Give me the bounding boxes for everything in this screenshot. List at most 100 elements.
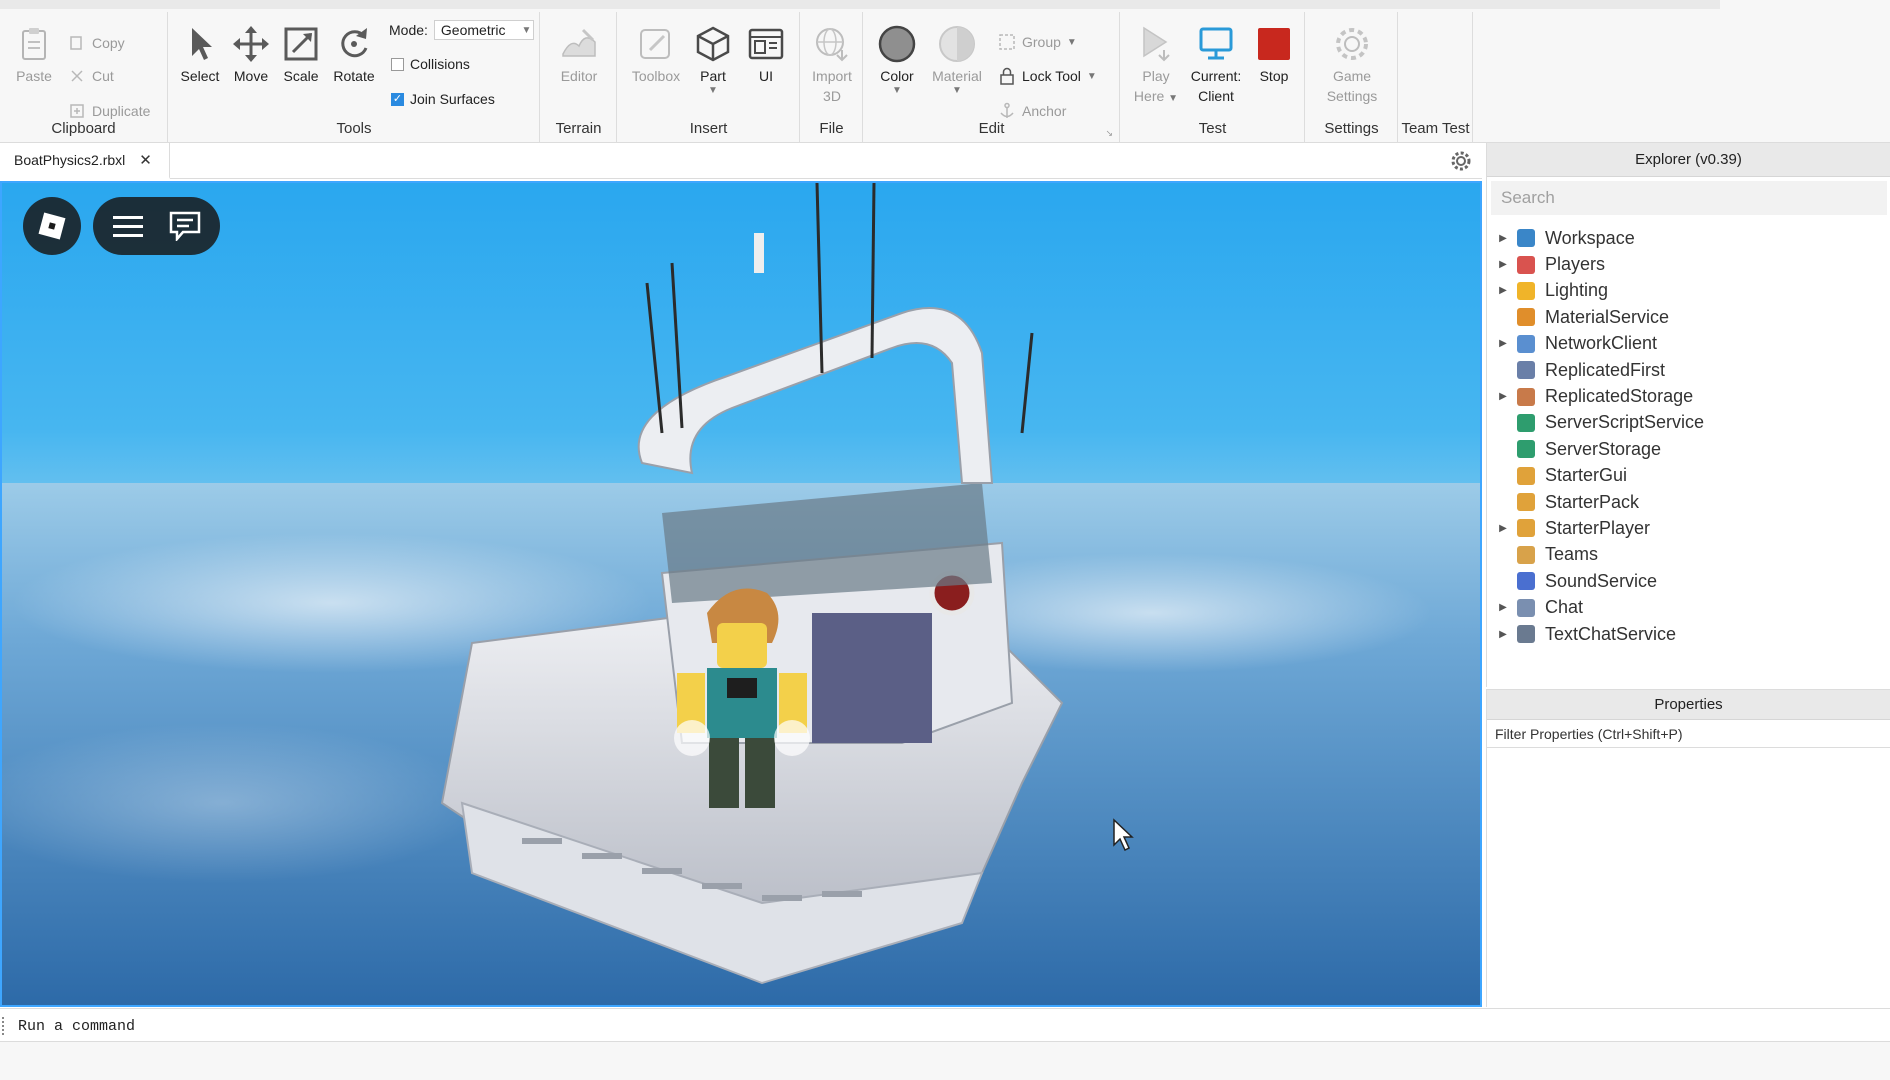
expand-arrow-icon[interactable]: ▶ — [1497, 391, 1509, 402]
explorer-item-replicatedstorage[interactable]: ▶ ReplicatedStorage — [1487, 383, 1890, 409]
drag-handle-icon[interactable] — [2, 1017, 6, 1035]
explorer-item-starterpack[interactable]: StarterPack — [1487, 489, 1890, 515]
material-service-icon — [1517, 308, 1535, 327]
game-settings-button[interactable]: Game Settings — [1320, 24, 1384, 106]
roblox-menu-button[interactable] — [23, 197, 81, 255]
terrain-editor-button[interactable]: Editor — [549, 24, 609, 86]
select-cursor-icon — [192, 28, 212, 60]
expand-arrow-icon[interactable]: ▶ — [1497, 338, 1509, 349]
ui-button[interactable]: UI — [740, 24, 792, 86]
explorer-item-label: Workspace — [1545, 227, 1635, 248]
select-button[interactable]: Select — [175, 24, 225, 86]
mode-dropdown[interactable]: Geometric ▼ — [433, 20, 534, 40]
part-button[interactable]: Part ▼ — [688, 24, 738, 96]
explorer-item-textchatservice[interactable]: ▶ TextChatService — [1487, 621, 1890, 647]
properties-filter-input[interactable] — [1487, 720, 1890, 748]
join-surfaces-checkbox[interactable]: ✓ — [391, 92, 404, 106]
expand-arrow-icon[interactable]: ▶ — [1497, 602, 1509, 613]
cut-button[interactable]: Cut — [68, 65, 114, 87]
color-label: Color — [880, 68, 914, 84]
cut-label: Cut — [92, 68, 114, 84]
paste-label: Paste — [16, 68, 52, 84]
insert-group: Toolbox Part ▼ UI Insert — [618, 12, 800, 143]
explorer-item-players[interactable]: ▶ Players — [1487, 251, 1890, 277]
ui-label: UI — [759, 68, 773, 84]
starter-player-icon — [1517, 519, 1535, 538]
explorer-item-label: Players — [1545, 254, 1606, 275]
scale-button[interactable]: Scale — [276, 24, 326, 86]
paste-button[interactable]: Paste — [8, 24, 60, 86]
move-button[interactable]: Move — [226, 24, 276, 86]
import-3d-button[interactable]: Import 3D — [805, 24, 859, 106]
explorer-item-starterplayer[interactable]: ▶ StarterPlayer — [1487, 515, 1890, 541]
edit-expand-icon[interactable]: ↘ — [1105, 128, 1113, 139]
ribbon-top-strip — [0, 0, 1720, 9]
expand-arrow-icon[interactable]: ▶ — [1497, 233, 1509, 244]
document-tab[interactable]: BoatPhysics2.rbxl ✕ — [0, 143, 170, 179]
duplicate-icon — [70, 104, 84, 118]
collisions-checkbox[interactable] — [391, 57, 404, 71]
expand-arrow-icon[interactable]: ▶ — [1497, 523, 1509, 534]
explorer-item-teams[interactable]: Teams — [1487, 542, 1890, 568]
explorer-item-soundservice[interactable]: SoundService — [1487, 568, 1890, 594]
lock-icon — [1000, 67, 1014, 85]
stop-icon — [1258, 28, 1290, 60]
workspace-icon — [1517, 229, 1535, 248]
command-input[interactable] — [10, 1013, 1880, 1039]
gear-icon[interactable] — [1450, 150, 1472, 172]
terrain-group-label: Terrain — [555, 120, 602, 137]
join-surfaces-option[interactable]: ✓ Join Surfaces — [391, 88, 495, 110]
current-client-button[interactable]: Current: Client — [1185, 24, 1247, 106]
group-chevron-down-icon: ▼ — [1066, 36, 1077, 48]
chat-bubble-icon[interactable] — [169, 211, 201, 241]
explorer-item-workspace[interactable]: ▶ Workspace — [1487, 225, 1890, 251]
toolbox-label: Toolbox — [631, 68, 681, 84]
expand-arrow-icon[interactable]: ▶ — [1497, 259, 1509, 270]
explorer-item-startergui[interactable]: StarterGui — [1487, 463, 1890, 489]
play-here-chevron-down-icon: ▼ — [1168, 93, 1179, 104]
lock-tool-button[interactable]: Lock Tool ▼ — [998, 65, 1097, 87]
anchor-label: Anchor — [1022, 103, 1067, 119]
mode-label: Mode: — [389, 22, 428, 38]
expand-arrow-icon[interactable]: ▶ — [1497, 285, 1509, 296]
test-group: Play Here ▼ Current: Client Stop Test — [1121, 12, 1305, 143]
expand-arrow-icon[interactable]: ▶ — [1497, 629, 1509, 640]
explorer-item-label: Teams — [1545, 544, 1599, 565]
lighting-icon — [1517, 281, 1535, 300]
rotate-icon — [341, 28, 368, 58]
explorer-item-materialservice[interactable]: MaterialService — [1487, 304, 1890, 330]
current-client-label-line1: Current: — [1190, 68, 1242, 84]
replicated-first-icon — [1517, 361, 1535, 380]
rotate-button[interactable]: Rotate — [327, 24, 381, 86]
play-here-button[interactable]: Play Here ▼ — [1131, 24, 1181, 109]
hamburger-menu-icon[interactable] — [113, 214, 143, 238]
explorer-item-chat[interactable]: ▶ Chat — [1487, 594, 1890, 620]
explorer-search-input[interactable] — [1491, 181, 1887, 215]
play-here-label-line2: Here — [1133, 88, 1165, 104]
chevron-down-icon: ▼ — [521, 24, 532, 36]
material-button[interactable]: Material ▼ — [924, 24, 990, 96]
join-surfaces-label: Join Surfaces — [410, 91, 495, 107]
explorer-item-replicatedfirst[interactable]: ReplicatedFirst — [1487, 357, 1890, 383]
explorer-item-label: SoundService — [1545, 570, 1658, 591]
copy-button[interactable]: Copy — [68, 32, 125, 54]
explorer-item-networkclient[interactable]: ▶ NetworkClient — [1487, 331, 1890, 357]
scale-label: Scale — [283, 68, 319, 84]
document-tab-title: BoatPhysics2.rbxl — [14, 152, 126, 168]
collisions-option[interactable]: Collisions — [391, 53, 470, 75]
toolbox-button[interactable]: Toolbox — [626, 24, 686, 86]
explorer-item-serverscriptservice[interactable]: ServerScriptService — [1487, 410, 1890, 436]
explorer-item-lighting[interactable]: ▶ Lighting — [1487, 278, 1890, 304]
explorer-item-serverstorage[interactable]: ServerStorage — [1487, 436, 1890, 462]
stop-button[interactable]: Stop — [1249, 24, 1299, 86]
game-settings-label-line2: Settings — [1326, 88, 1378, 104]
collisions-label: Collisions — [410, 56, 470, 72]
game-viewport[interactable] — [0, 181, 1482, 1007]
color-button[interactable]: Color ▼ — [870, 24, 924, 96]
anchor-button[interactable]: Anchor — [998, 100, 1066, 122]
close-icon[interactable]: ✕ — [139, 151, 152, 169]
explorer-item-label: StarterGui — [1545, 465, 1628, 486]
group-button[interactable]: Group ▼ — [998, 31, 1077, 53]
anchor-icon — [1000, 102, 1014, 118]
duplicate-button[interactable]: Duplicate — [68, 100, 150, 122]
